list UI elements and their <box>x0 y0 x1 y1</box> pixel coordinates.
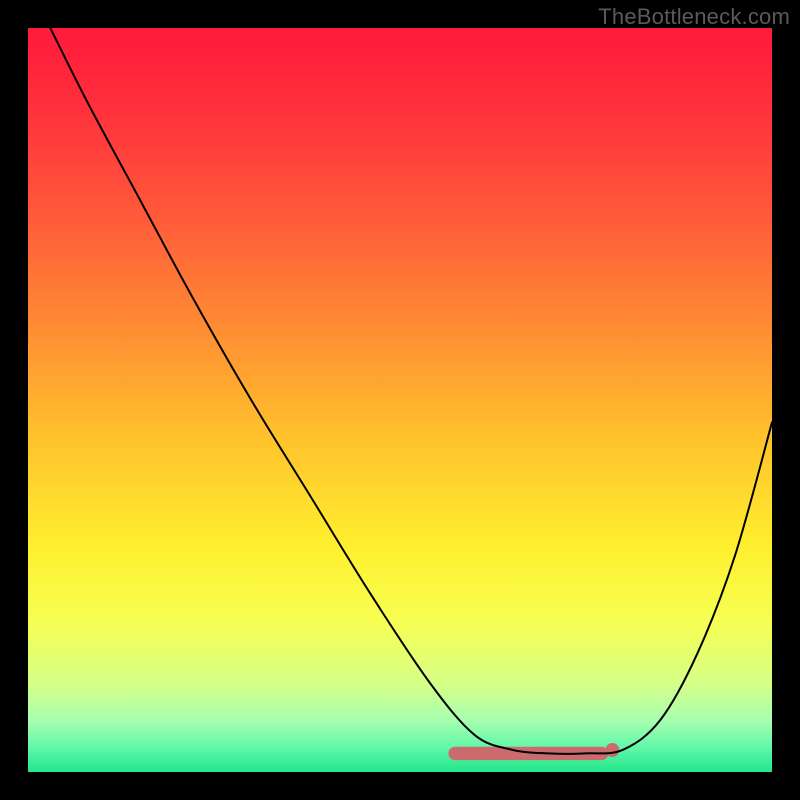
watermark-text: TheBottleneck.com <box>598 4 790 30</box>
curve-overlay <box>28 28 772 772</box>
chart-frame: TheBottleneck.com <box>0 0 800 800</box>
bottleneck-curve <box>50 28 772 754</box>
plot-area <box>28 28 772 772</box>
highlight-bar <box>448 743 619 760</box>
